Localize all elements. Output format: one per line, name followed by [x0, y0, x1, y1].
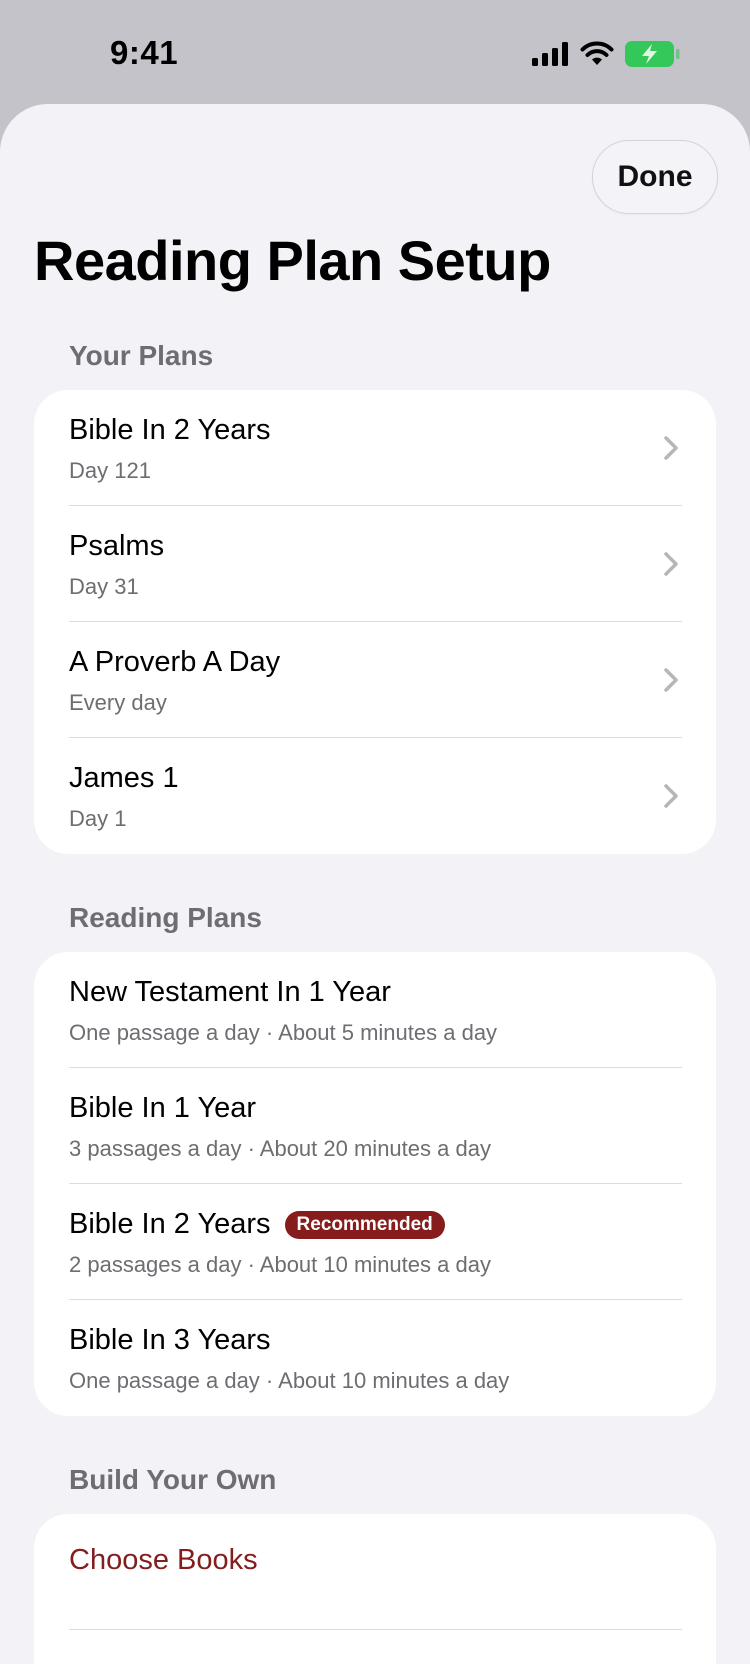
reading-plan-sheet: Done Reading Plan Setup Your Plans Bible…: [0, 104, 750, 1664]
wifi-icon: [580, 41, 614, 65]
plan-title: Bible In 2 Years: [69, 1208, 271, 1240]
plan-title: New Testament In 1 Year: [69, 976, 391, 1008]
list-item[interactable]: James 1 Day 1: [34, 738, 716, 854]
done-button[interactable]: Done: [592, 140, 718, 214]
plan-title: Bible In 3 Years: [69, 1324, 271, 1356]
list-item[interactable]: Bible In 2 Years Day 121: [34, 390, 716, 506]
list-item[interactable]: Bible In 2 Years Recommended 2 passages …: [34, 1184, 716, 1300]
plan-description: 2 passages a day · About 10 minutes a da…: [69, 1252, 491, 1277]
list-item[interactable]: Psalms Day 31: [34, 506, 716, 622]
plan-progress: Day 121: [69, 458, 151, 483]
status-time: 9:41: [110, 34, 179, 71]
your-plans-list: Bible In 2 Years Day 121 Psalms Day 31 A…: [34, 390, 716, 854]
page-title: Reading Plan Setup: [34, 229, 551, 292]
plan-description: One passage a day · About 5 minutes a da…: [69, 1020, 498, 1045]
reading-plans-header: Reading Plans: [69, 902, 262, 933]
recommended-badge: Recommended: [284, 1210, 445, 1239]
list-item[interactable]: A Proverb A Day Every day: [34, 622, 716, 738]
plan-progress: Day 1: [69, 806, 127, 831]
status-icons: [532, 40, 680, 68]
choose-books-link[interactable]: Choose Books: [69, 1544, 258, 1577]
list-item[interactable]: Bible In 1 Year 3 passages a day · About…: [34, 1068, 716, 1184]
your-plans-header: Your Plans: [69, 340, 214, 371]
choose-books-row[interactable]: Choose Books: [34, 1514, 716, 1630]
plan-description: 3 passages a day · About 20 minutes a da…: [69, 1136, 491, 1161]
cellular-signal-icon: [532, 42, 568, 66]
reading-plans-list: New Testament In 1 Year One passage a da…: [34, 952, 716, 1416]
plan-title: A Proverb A Day: [69, 646, 281, 678]
plan-progress: Every day: [69, 690, 167, 715]
build-your-own-header: Build Your Own: [69, 1464, 277, 1495]
plan-title: Bible In 2 Years: [69, 414, 271, 446]
plan-description: One passage a day · About 10 minutes a d…: [69, 1368, 510, 1393]
plan-title-row: Bible In 2 Years Recommended: [69, 1208, 445, 1241]
plan-progress: Day 31: [69, 574, 139, 599]
chevron-right-icon: [664, 784, 678, 808]
plan-title: Psalms: [69, 530, 165, 562]
plan-title: James 1: [69, 762, 179, 794]
chevron-right-icon: [664, 552, 678, 576]
battery-charging-icon: [625, 41, 680, 67]
chevron-right-icon: [664, 436, 678, 460]
status-bar: 9:41: [0, 0, 750, 104]
list-item[interactable]: New Testament In 1 Year One passage a da…: [34, 952, 716, 1068]
chevron-right-icon: [664, 668, 678, 692]
build-your-own-list: Choose Books: [34, 1514, 716, 1664]
plan-title: Bible In 1 Year: [69, 1092, 257, 1124]
list-item[interactable]: Bible In 3 Years One passage a day · Abo…: [34, 1300, 716, 1416]
